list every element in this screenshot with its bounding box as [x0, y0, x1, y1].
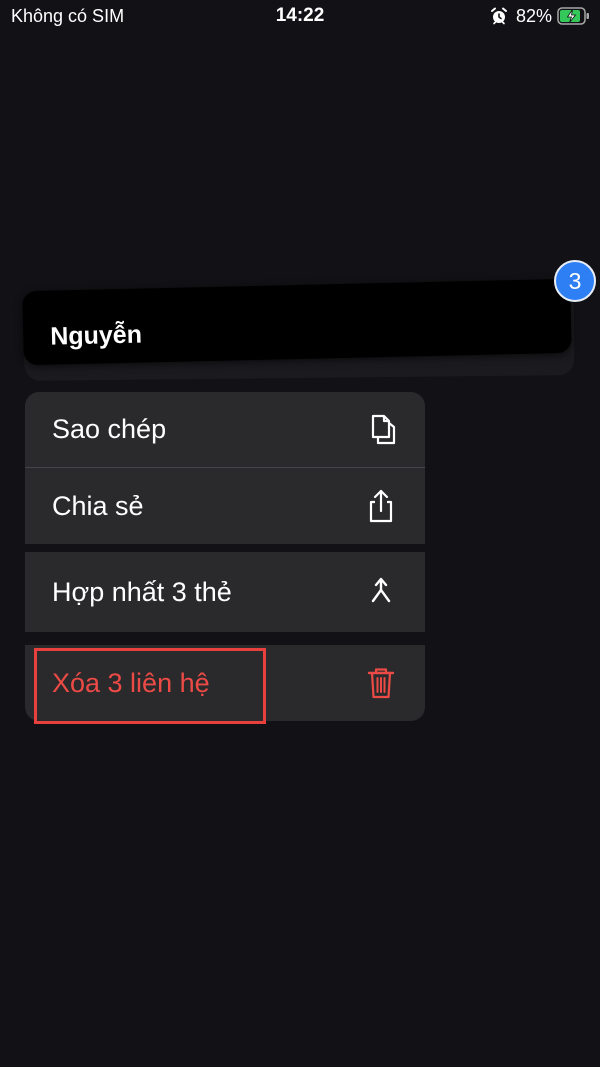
alarm-icon: [490, 7, 507, 25]
contact-name: Nguyễn: [49, 320, 143, 351]
contact-card[interactable]: Nguyễn: [22, 278, 572, 366]
contact-card-stack[interactable]: Nguyễn 3: [18, 260, 598, 400]
status-bar: Không có SIM 14:22 82%: [0, 0, 600, 34]
share-icon: [364, 488, 398, 524]
highlight-annotation-box: [34, 648, 266, 724]
merge-label: Hợp nhất 3 thẻ: [52, 576, 232, 607]
share-menu-item[interactable]: Chia sẻ: [25, 468, 425, 544]
merge-icon: [364, 574, 398, 610]
battery-percent: 82%: [515, 5, 552, 26]
trash-icon: [364, 665, 398, 701]
copy-icon: [364, 412, 398, 448]
selection-count-badge: 3: [554, 260, 596, 302]
merge-menu-item[interactable]: Hợp nhất 3 thẻ: [25, 552, 425, 632]
menu-group-actions: Sao chép Chia sẻ: [25, 392, 425, 544]
copy-menu-item[interactable]: Sao chép: [25, 392, 425, 468]
menu-group-merge: Hợp nhất 3 thẻ: [25, 552, 425, 632]
share-label: Chia sẻ: [52, 490, 144, 521]
status-right: 82%: [490, 5, 590, 27]
copy-label: Sao chép: [52, 414, 167, 444]
battery-charging-icon: [557, 7, 589, 25]
